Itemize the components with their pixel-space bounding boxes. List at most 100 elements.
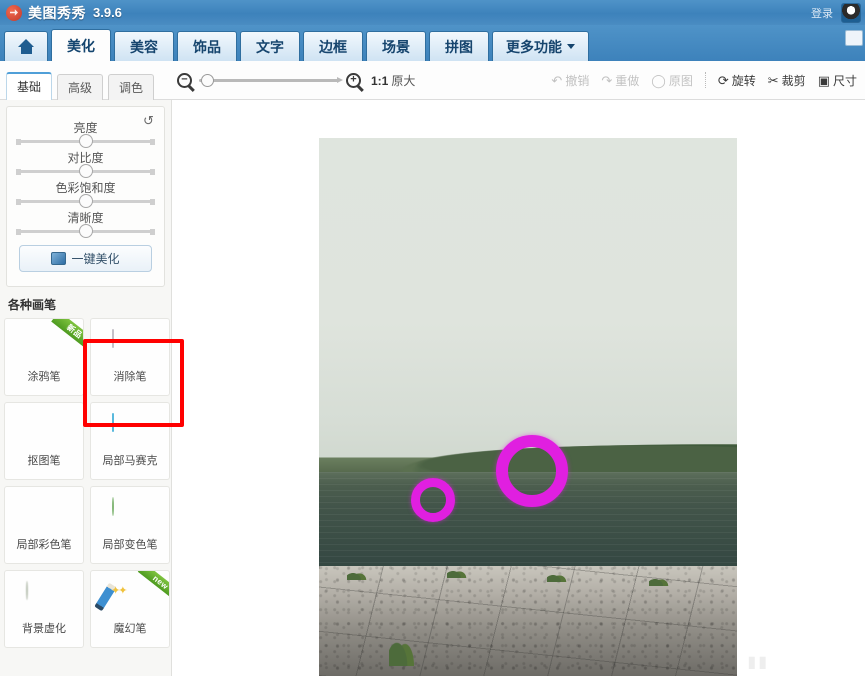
chevron-down-icon: [567, 44, 575, 49]
tab-wenzi[interactable]: 文字: [240, 31, 300, 61]
tab-label: 文字: [256, 38, 284, 55]
slider-saturation[interactable]: 色彩饱和度: [16, 177, 155, 208]
slider-brightness[interactable]: 亮度: [16, 117, 155, 148]
undo-label: 撤销: [565, 73, 590, 88]
zoom-slider[interactable]: [199, 73, 343, 87]
brush-label: 背景虚化: [22, 623, 66, 635]
slider-handle[interactable]: [78, 134, 93, 148]
brush-item-eraser[interactable]: 消除笔: [90, 318, 170, 396]
toolbar-actions: ↶ 撤销 ↷ 重做 ◯ 原图 ⟳ 旋转 ✂ 裁剪 ▣ 尺寸: [551, 72, 865, 89]
title-bar-right: 登录: [811, 2, 865, 23]
scissors-icon: ✂: [767, 72, 779, 88]
tab-changjing[interactable]: 场景: [366, 31, 426, 61]
brush-item-local-recolor[interactable]: 局部变色笔: [90, 486, 170, 564]
slider-track[interactable]: [16, 224, 155, 238]
tab-meihua[interactable]: 美化: [51, 29, 111, 61]
mosaic-icon: [112, 413, 148, 450]
nav-home-button[interactable]: [4, 31, 48, 61]
subtab-jichu[interactable]: 基础: [6, 71, 52, 100]
brush-grid: 新品 涂鸦笔 消除笔 抠图笔 局部马赛克 局部彩色笔 局部变色笔 背景虚化 ne…: [0, 318, 171, 648]
slider-track[interactable]: [16, 134, 155, 148]
magnifier-plus-icon[interactable]: +: [346, 72, 361, 88]
beautify-label: 一键美化: [71, 252, 120, 266]
annotation-circle-small: [411, 478, 455, 522]
undo-button[interactable]: ↶ 撤销: [551, 72, 589, 89]
subtab-gaoji[interactable]: 高级: [57, 73, 103, 100]
brush-item-local-color[interactable]: 局部彩色笔: [4, 486, 84, 564]
brush-section-title: 各种画笔: [8, 298, 57, 312]
grass-tuft: [649, 573, 669, 586]
original-label: 原图: [668, 73, 693, 88]
slider-sharpness[interactable]: 清晰度: [16, 207, 155, 238]
brush-label: 局部马赛克: [102, 455, 158, 467]
brush-item-magic-pen[interactable]: new 魔幻笔: [90, 570, 170, 648]
grass-tuft: [347, 567, 367, 580]
tab-pintu[interactable]: 拼图: [429, 31, 489, 61]
reset-circle-icon[interactable]: ↺: [141, 113, 156, 128]
tab-label: 饰品: [193, 38, 221, 55]
slider-track[interactable]: [16, 194, 155, 208]
resize-button[interactable]: ▣ 尺寸: [818, 72, 857, 89]
slider-handle[interactable]: [78, 224, 93, 238]
brush-item-mosaic[interactable]: 局部马赛克: [90, 402, 170, 480]
tab-label: 更多功能: [506, 38, 562, 55]
home-icon: [17, 39, 35, 54]
brush-item-background-blur[interactable]: 背景虚化: [4, 570, 84, 648]
lake-landscape-photo[interactable]: [319, 138, 737, 676]
annotation-circle-large: [496, 435, 568, 507]
slider-contrast[interactable]: 对比度: [16, 147, 155, 178]
redo-icon: ↷: [601, 72, 613, 88]
grass-tuft: [447, 565, 467, 578]
tab-biankuang[interactable]: 边框: [303, 31, 363, 61]
toolbar-separator: [704, 72, 706, 88]
brush-label: 局部变色笔: [102, 539, 158, 551]
brush-label: 局部彩色笔: [16, 539, 72, 551]
scrollbar-ghost[interactable]: ▮▮: [747, 652, 769, 672]
app-version: 3.9.6: [93, 5, 122, 20]
magnifier-minus-icon[interactable]: −: [177, 72, 192, 88]
login-link[interactable]: 登录: [811, 5, 833, 21]
brush-label: 涂鸦笔: [27, 371, 61, 383]
slider-handle[interactable]: [78, 164, 93, 178]
cutout-pen-icon: [26, 414, 62, 450]
zoom-slider-handle[interactable]: [201, 73, 214, 87]
redo-label: 重做: [615, 73, 640, 88]
one-click-beautify-button[interactable]: 一键美化: [19, 245, 152, 272]
brush-label: 魔幻笔: [113, 623, 147, 635]
tab-meirong[interactable]: 美容: [114, 31, 174, 61]
tab-label: 拼图: [445, 38, 473, 55]
slider-handle[interactable]: [78, 194, 93, 208]
left-tool-panel: ↺ 亮度 对比度 色彩饱和度 清晰度 一键美化 各种画笔 新品 涂鸦笔 消除笔 …: [0, 100, 172, 676]
photo-ground-region: [319, 565, 737, 676]
brush-item-cutout[interactable]: 抠图笔: [4, 402, 84, 480]
subtab-tiaose[interactable]: 调色: [108, 73, 154, 100]
user-avatar-icon[interactable]: [841, 2, 861, 23]
color-brush-icon: [26, 498, 62, 534]
zoom-ratio-label[interactable]: 1:1 原大: [371, 72, 415, 89]
editor-toolbar: 基础 高级 调色 − + 1:1 原大 ↶ 撤销 ↷ 重做 ◯ 原图 ⟳ 旋转 …: [0, 61, 865, 100]
rotate-button[interactable]: ⟳ 旋转: [718, 72, 756, 89]
ratio-text: 原大: [391, 73, 416, 88]
redo-button[interactable]: ↷ 重做: [601, 72, 639, 89]
brush-label: 抠图笔: [27, 455, 61, 467]
recolor-brush-icon: [112, 497, 148, 534]
canvas-area[interactable]: ▮▮: [172, 100, 865, 676]
ratio-value: 1:1: [371, 73, 389, 88]
crop-button[interactable]: ✂ 裁剪: [768, 72, 806, 89]
tab-more-functions[interactable]: 更多功能: [492, 31, 589, 61]
original-button[interactable]: ◯ 原图: [651, 72, 693, 89]
tab-shipin[interactable]: 饰品: [177, 31, 237, 61]
resize-icon: ▣: [817, 72, 830, 88]
slider-track[interactable]: [16, 164, 155, 178]
basic-adjust-card: ↺ 亮度 对比度 色彩饱和度 清晰度 一键美化: [6, 106, 165, 287]
window-corner-button[interactable]: [845, 30, 863, 46]
app-title: 美图秀秀: [28, 4, 86, 21]
grass-tuft: [547, 569, 567, 582]
tab-label: 场景: [382, 38, 410, 55]
magic-wand-icon: [51, 252, 67, 265]
tab-label: 美容: [130, 38, 158, 55]
main-nav-bar: 美化 美容 饰品 文字 边框 场景 拼图 更多功能: [0, 25, 865, 61]
brush-item-doodle[interactable]: 新品 涂鸦笔: [4, 318, 84, 396]
eraser-pen-icon: [112, 329, 148, 366]
magic-pen-icon: [112, 582, 148, 618]
